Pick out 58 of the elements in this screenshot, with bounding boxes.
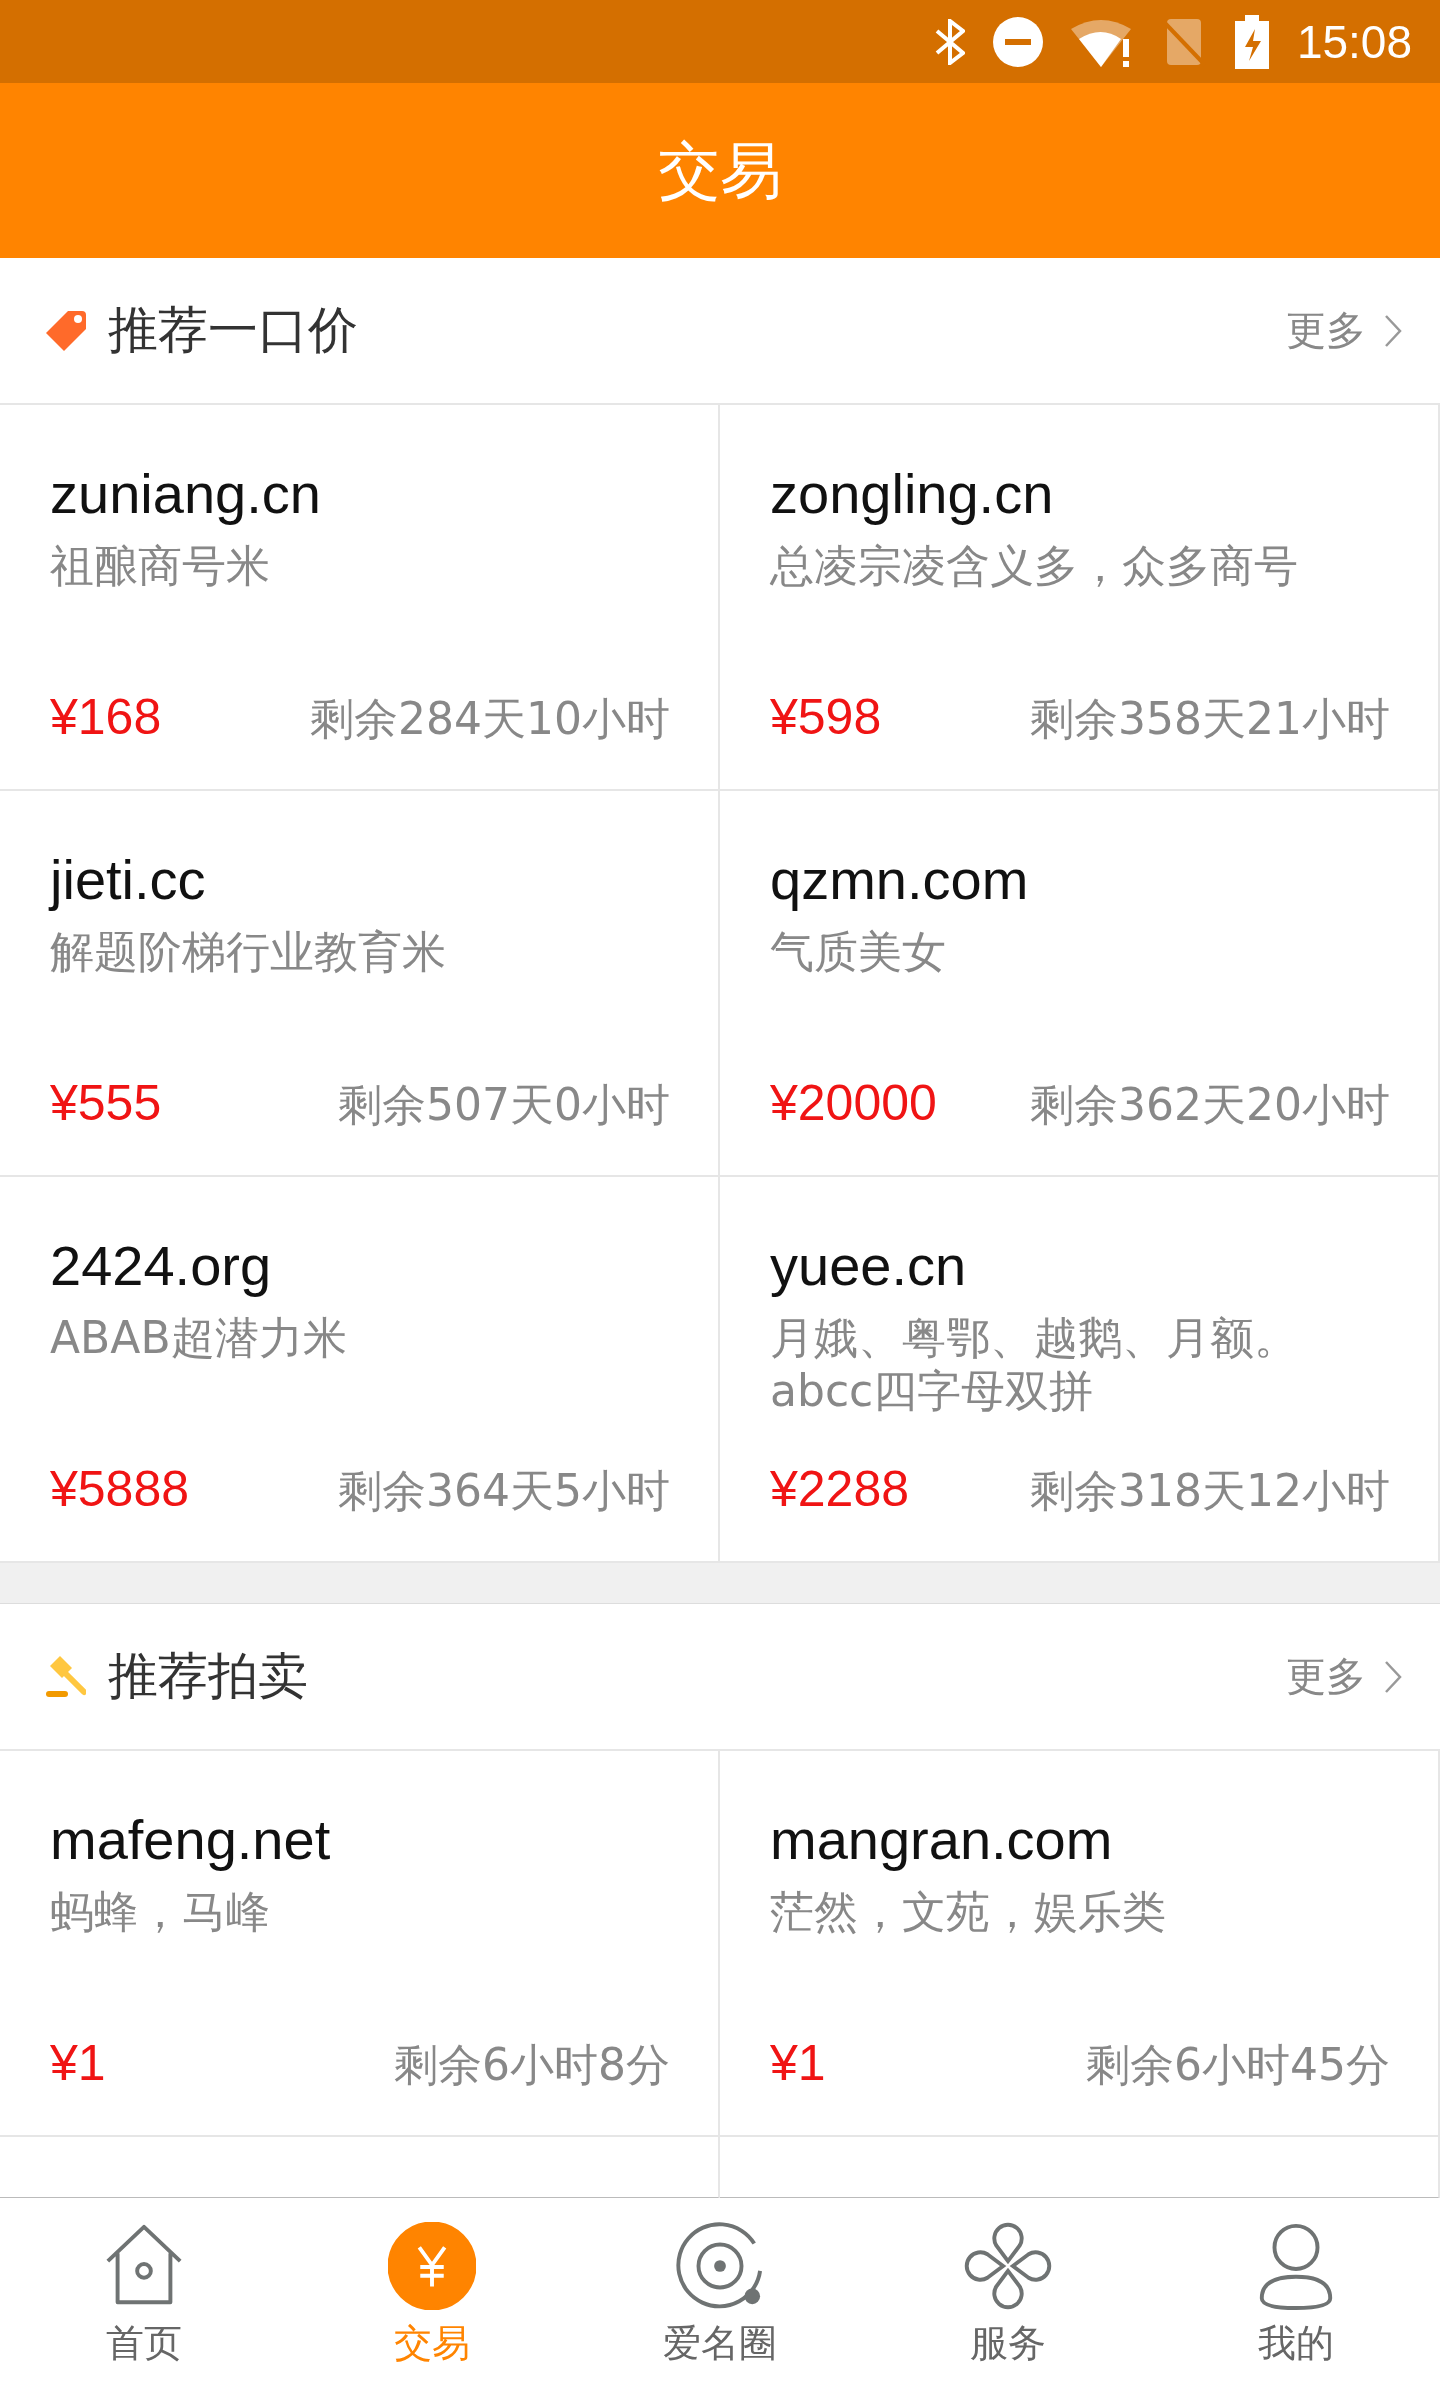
time-remaining: 剩余284天10小时 [310, 692, 670, 746]
domain-name: mangran.com [770, 1807, 1114, 1872]
bluetooth-icon [934, 18, 965, 65]
domain-name: zongling.cn [770, 461, 1055, 526]
domain-description: 月娥、粤鄂、越鹅、月额。abcc四字母双拼 [770, 1312, 1299, 1418]
time-remaining: 剩余318天12小时 [1030, 1464, 1390, 1518]
domain-name: zuniang.cn [50, 461, 322, 526]
target-icon [676, 2221, 764, 2310]
price: ¥168 [50, 688, 162, 746]
domain-description: 总凌宗凌含义多，众多商号 [770, 540, 1299, 593]
price: ¥1 [770, 2034, 826, 2092]
time-remaining: 剩余364天5小时 [338, 1464, 670, 1518]
domain-name: yuee.cn [770, 1233, 968, 1298]
domain-name: mafeng.net [50, 1807, 332, 1872]
tab-item[interactable]: 首页 [0, 2198, 288, 2392]
tab-item[interactable]: 爱名圈 [576, 2198, 864, 2392]
domain-description: ABAB超潜力米 [50, 1312, 348, 1365]
domain-description: 祖酿商号米 [50, 540, 271, 593]
domain-description: 蚂蜂，马峰 [50, 1886, 271, 1939]
chevron-icon [1384, 313, 1402, 348]
more-link[interactable]: 更多 [1286, 1649, 1402, 1704]
price: ¥598 [770, 688, 882, 746]
price: ¥5888 [50, 1460, 190, 1518]
more-link[interactable]: 更多 [1286, 303, 1402, 358]
domain-description: 茫然，文苑，娱乐类 [770, 1886, 1167, 1939]
status-time: 15:08 [1296, 14, 1412, 69]
domain-description: 解题阶梯行业教育米 [50, 926, 447, 979]
domain-card[interactable]: mangran.com 茫然，文苑，娱乐类 ¥1 剩余6小时45分 [720, 1751, 1440, 2137]
battery-icon [1234, 14, 1269, 69]
do-not-disturb-icon [992, 16, 1043, 67]
yuan-icon [388, 2221, 476, 2310]
price: ¥20000 [770, 1074, 937, 1132]
domain-description: 气质美女 [770, 926, 947, 979]
domain-card[interactable]: jieti.cc 解题阶梯行业教育米 ¥555 剩余507天0小时 [0, 791, 720, 1177]
domain-card[interactable]: zongling.cn 总凌宗凌含义多，众多商号 ¥598 剩余358天21小时 [720, 405, 1440, 791]
time-remaining: 剩余358天21小时 [1030, 692, 1390, 746]
section-title: 推荐一口价 [108, 300, 359, 361]
clover-icon [964, 2221, 1052, 2310]
domain-card[interactable]: qzmn.com 气质美女 ¥20000 剩余362天20小时 [720, 791, 1440, 1177]
domain-name: 2424.org [50, 1233, 273, 1298]
time-remaining: 剩余6小时45分 [1086, 2038, 1390, 2092]
domain-card[interactable]: mafeng.net 蚂蜂，马峰 ¥1 剩余6小时8分 [0, 1751, 720, 2137]
price: ¥555 [50, 1074, 162, 1132]
tab-item[interactable]: 服务 [864, 2198, 1152, 2392]
domain-name: qzmn.com [770, 847, 1030, 912]
chevron-icon [1384, 1659, 1402, 1694]
time-remaining: 剩余362天20小时 [1030, 1078, 1390, 1132]
price: ¥1 [50, 2034, 106, 2092]
domain-card[interactable]: zuniang.cn 祖酿商号米 ¥168 剩余284天10小时 [0, 405, 720, 791]
page-title: 交易 [658, 132, 782, 209]
domain-name: jieti.cc [50, 847, 207, 912]
section-title: 推荐拍卖 [108, 1646, 309, 1707]
time-remaining: 剩余6小时8分 [394, 2038, 670, 2092]
tab-item[interactable]: 我的 [1152, 2198, 1440, 2392]
price: ¥2288 [770, 1460, 910, 1518]
gavel-icon [46, 1655, 86, 1698]
time-remaining: 剩余507天0小时 [338, 1078, 670, 1132]
tag-icon [46, 310, 86, 351]
